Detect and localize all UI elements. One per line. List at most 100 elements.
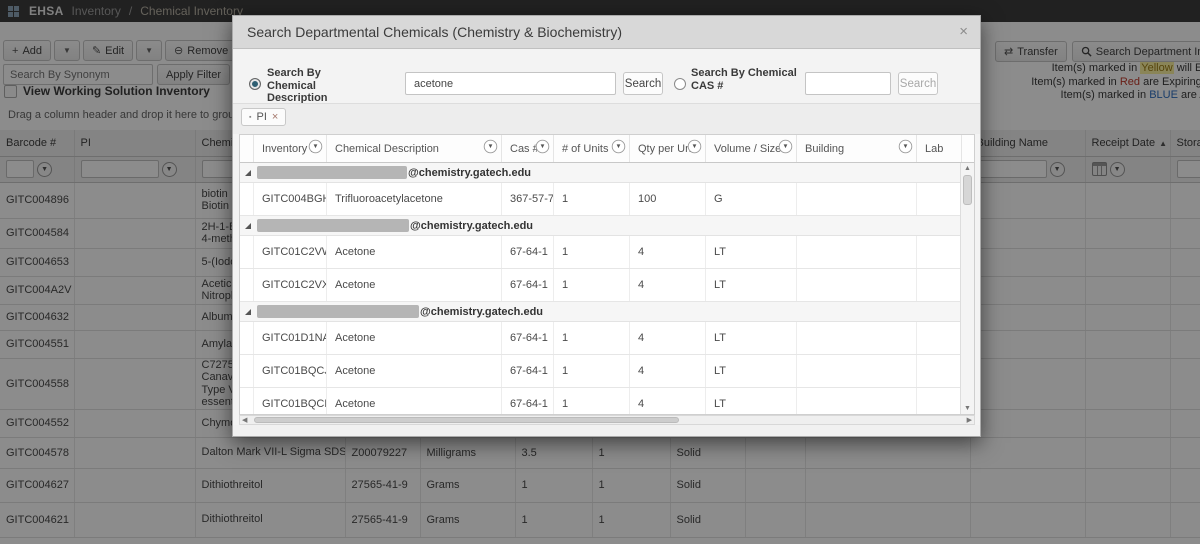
search-by-description-label: Search By Chemical Description (267, 67, 328, 104)
result-cell: 67-64-1 (502, 236, 554, 268)
result-cell: 4 (630, 388, 706, 414)
pi-email-domain: @chemistry.gatech.edu (408, 166, 532, 179)
cas-number-input[interactable] (805, 72, 891, 95)
scroll-thumb[interactable] (963, 175, 972, 205)
result-cell: 100 (630, 183, 706, 215)
result-row[interactable]: GITC01BQCK Acetone 67-64-1 1 4 LT (240, 388, 974, 414)
result-cell: 367-57-7 (502, 183, 554, 215)
result-cell: GITC01C2VW (254, 236, 327, 268)
filter-icon[interactable]: ▼ (778, 139, 793, 154)
pi-email-domain: @chemistry.gatech.edu (420, 305, 544, 318)
result-cell (917, 388, 962, 414)
result-cell: LT (706, 388, 797, 414)
result-cell: 4 (630, 355, 706, 387)
redacted-pi-name (257, 305, 419, 318)
group-header-row[interactable]: @chemistry.gatech.edu (240, 302, 974, 322)
filter-icon[interactable]: ▼ (898, 139, 913, 154)
result-cell (797, 322, 917, 354)
result-cell: 1 (554, 322, 630, 354)
result-row[interactable]: GITC01C2VW Acetone 67-64-1 1 4 LT (240, 236, 974, 269)
result-cell (917, 236, 962, 268)
remove-group-icon[interactable]: × (272, 111, 278, 123)
result-row[interactable]: GITC004BGH Trifluoroacetylacetone 367-57-7… (240, 183, 974, 216)
result-cell: 1 (554, 388, 630, 414)
result-row[interactable]: GITC01BQCJ Acetone 67-64-1 1 4 LT (240, 355, 974, 388)
collapse-group-icon[interactable] (245, 308, 251, 315)
result-cell (917, 183, 962, 215)
results-column-header[interactable]: # of Units ▼ (554, 135, 630, 162)
results-column-header[interactable]: Inventory # ▼ (254, 135, 327, 162)
results-column-header[interactable]: Volume / Size ▼ (706, 135, 797, 162)
description-search-button[interactable]: Search (623, 72, 663, 95)
scroll-right-icon[interactable]: ▶ (967, 416, 972, 425)
search-by-cas-radio[interactable] (674, 78, 686, 90)
filter-icon[interactable]: ▼ (483, 139, 498, 154)
sort-indicator-icon: ▪ (249, 113, 252, 121)
result-cell: G (706, 183, 797, 215)
redacted-pi-name (257, 166, 407, 179)
result-cell: LT (706, 236, 797, 268)
collapse-group-icon[interactable] (245, 222, 251, 229)
filter-icon[interactable]: ▼ (535, 139, 550, 154)
result-cell: 67-64-1 (502, 388, 554, 414)
results-column-header[interactable]: Chemical Description ▼ (327, 135, 502, 162)
result-cell: GITC004BGH (254, 183, 327, 215)
results-column-header[interactable]: Qty per Unit ▼ (630, 135, 706, 162)
search-by-description-radio[interactable] (249, 78, 261, 90)
result-cell: GITC01BQCJ (254, 355, 327, 387)
result-cell: LT (706, 322, 797, 354)
result-cell: Acetone (327, 269, 502, 301)
result-cell: 4 (630, 269, 706, 301)
results-column-header[interactable]: Building ▼ (797, 135, 917, 162)
chemical-description-input[interactable] (405, 72, 616, 95)
result-cell: Trifluoroacetylacetone (327, 183, 502, 215)
group-panel: ▪ PI × (233, 104, 980, 134)
search-by-cas-label: Search By Chemical CAS # (691, 67, 797, 92)
group-header-row[interactable]: @chemistry.gatech.edu (240, 163, 974, 183)
scroll-down-icon[interactable]: ▼ (961, 405, 974, 412)
result-cell: GITC01D1NA (254, 322, 327, 354)
results-grid: Inventory # ▼ Chemical Description ▼ Cas # ▼ #… (239, 134, 975, 415)
filter-icon[interactable]: ▼ (308, 139, 323, 154)
result-cell: 4 (630, 236, 706, 268)
result-cell: LT (706, 269, 797, 301)
result-row[interactable]: GITC01D1NA Acetone 67-64-1 1 4 LT (240, 322, 974, 355)
cas-search-button[interactable]: Search (898, 72, 938, 95)
result-cell (797, 269, 917, 301)
modal-title: Search Departmental Chemicals (Chemistry… (247, 24, 622, 40)
scroll-thumb[interactable] (254, 417, 679, 423)
result-cell: 67-64-1 (502, 269, 554, 301)
result-cell: GITC01BQCK (254, 388, 327, 414)
result-cell: 67-64-1 (502, 355, 554, 387)
result-cell: Acetone (327, 355, 502, 387)
results-column-header[interactable]: Lab (917, 135, 962, 162)
vertical-scrollbar[interactable]: ▲ ▼ (960, 163, 974, 414)
pi-email-domain: @chemistry.gatech.edu (410, 219, 534, 232)
result-cell: 1 (554, 269, 630, 301)
result-cell: GITC01C2VX (254, 269, 327, 301)
result-cell (797, 183, 917, 215)
result-cell (917, 269, 962, 301)
scroll-up-icon[interactable]: ▲ (961, 165, 974, 172)
collapse-group-icon[interactable] (245, 169, 251, 176)
group-chip-pi[interactable]: ▪ PI × (241, 108, 287, 126)
filter-icon[interactable]: ▼ (611, 139, 626, 154)
result-cell: 4 (630, 322, 706, 354)
close-icon[interactable]: × (959, 23, 968, 40)
results-column-header[interactable]: Cas # ▼ (502, 135, 554, 162)
result-cell (917, 322, 962, 354)
result-cell (797, 236, 917, 268)
result-cell (917, 355, 962, 387)
group-header-row[interactable]: @chemistry.gatech.edu (240, 216, 974, 236)
scroll-left-icon[interactable]: ◀ (242, 416, 247, 425)
result-cell (797, 355, 917, 387)
result-cell: Acetone (327, 322, 502, 354)
results-header-row: Inventory # ▼ Chemical Description ▼ Cas # ▼ #… (240, 135, 974, 163)
modal-footer (233, 425, 980, 436)
result-cell: 1 (554, 183, 630, 215)
search-departmental-chemicals-modal: Search Departmental Chemicals (Chemistry… (232, 15, 981, 437)
result-row[interactable]: GITC01C2VX Acetone 67-64-1 1 4 LT (240, 269, 974, 302)
filter-icon[interactable]: ▼ (687, 139, 702, 154)
result-cell: Acetone (327, 236, 502, 268)
horizontal-scrollbar[interactable]: ◀ ▶ (239, 415, 975, 425)
